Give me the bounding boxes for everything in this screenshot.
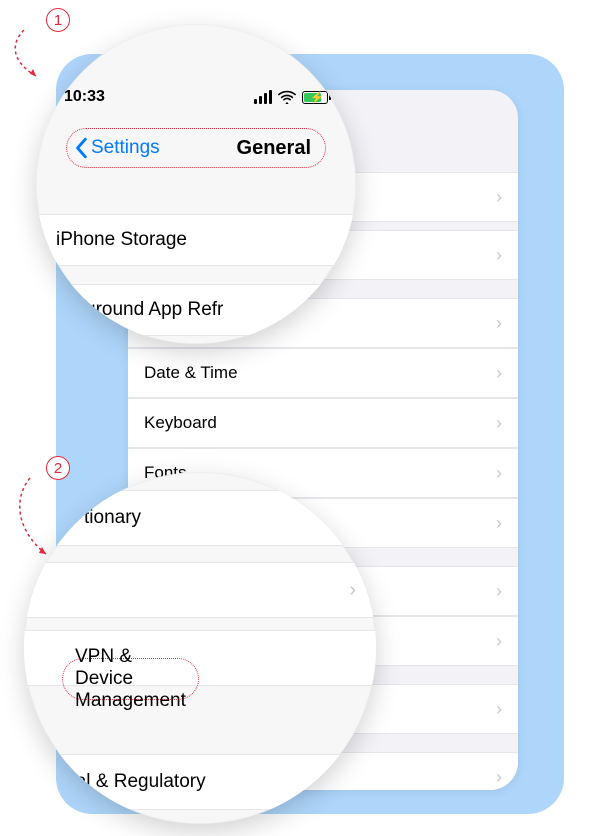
chevron-right-icon: › <box>496 581 502 602</box>
row-iphone-storage[interactable]: iPhone Storage <box>36 214 356 266</box>
row-label: iPhone Storage <box>56 229 187 251</box>
row-background-app-refresh-partial[interactable]: ckground App Refr <box>36 284 356 336</box>
status-time: 10:33 <box>64 88 105 106</box>
row-label: VPN & Device Management <box>75 646 186 712</box>
nav-title: General <box>237 137 325 160</box>
chevron-right-icon: › <box>496 363 502 384</box>
wifi-icon <box>278 90 296 104</box>
chevron-right-icon: › <box>496 187 502 208</box>
chevron-right-icon: › <box>496 699 502 720</box>
row-label: tionary <box>44 507 141 529</box>
row-legal-regulatory[interactable]: Legal & Regulatory › <box>24 754 376 810</box>
chevron-right-icon: › <box>496 245 502 266</box>
chevron-right-icon: › <box>496 631 502 652</box>
chevron-right-icon: › <box>349 771 356 794</box>
chevron-right-icon: › <box>496 767 502 788</box>
callout-number-1: 1 <box>46 8 70 32</box>
status-bar: 10:33 ⚡ <box>36 88 356 106</box>
chevron-right-icon: › <box>496 513 502 534</box>
row-vpn-device-management[interactable]: VPN & Device Management <box>24 630 376 686</box>
callout-number-2: 2 <box>46 456 70 480</box>
battery-charging-icon: ⚡ <box>302 91 328 104</box>
row-date-time[interactable]: Date & Time › <box>128 348 518 398</box>
chevron-right-icon: › <box>496 313 502 334</box>
row-label: Date & Time <box>144 363 238 383</box>
chevron-right-icon: › <box>349 579 356 602</box>
vpn-row-highlight: VPN & Device Management <box>62 658 199 700</box>
chevron-right-icon: › <box>496 463 502 484</box>
row-label: Keyboard <box>144 413 217 433</box>
row-label: Legal & Regulatory <box>44 771 206 793</box>
chevron-left-icon <box>75 137 89 159</box>
chevron-right-icon: › <box>349 507 356 530</box>
row-label: ckground App Refr <box>56 299 223 321</box>
cellular-icon <box>254 90 272 104</box>
row-dictionary-partial[interactable]: tionary › <box>24 490 376 546</box>
magnifier-step-2: tionary › › VPN & Device Management Lega… <box>24 472 376 824</box>
callout-1: 1 <box>2 6 50 86</box>
blank-row[interactable]: › <box>24 562 376 618</box>
back-button[interactable]: Settings <box>67 137 160 159</box>
nav-bar-highlight: Settings General <box>66 128 326 168</box>
callout-2: 2 <box>6 454 58 564</box>
row-keyboard[interactable]: Keyboard › <box>128 398 518 448</box>
back-label: Settings <box>91 137 160 159</box>
magnifier-step-1: 10:33 ⚡ Settings <box>36 24 356 344</box>
chevron-right-icon: › <box>496 413 502 434</box>
